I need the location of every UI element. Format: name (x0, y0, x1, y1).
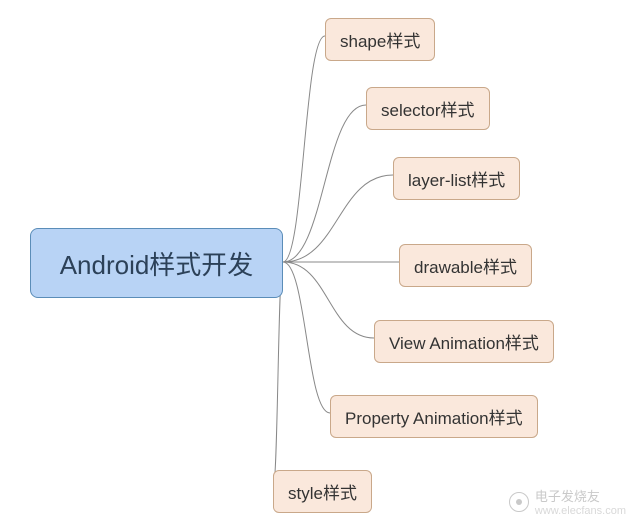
child-label: layer-list样式 (408, 171, 505, 190)
child-label: Property Animation样式 (345, 409, 523, 428)
child-node: layer-list样式 (393, 157, 520, 200)
child-node: style样式 (273, 470, 372, 513)
child-label: style样式 (288, 484, 357, 503)
child-label: drawable样式 (414, 258, 517, 277)
child-label: View Animation样式 (389, 334, 539, 353)
child-node: shape样式 (325, 18, 435, 61)
watermark-title: 电子发烧友 (535, 486, 626, 505)
child-node: drawable样式 (399, 244, 532, 287)
watermark-url: www.elecfans.com (535, 505, 626, 517)
child-node: selector样式 (366, 87, 490, 130)
child-label: selector样式 (381, 101, 475, 120)
root-label: Android样式开发 (60, 245, 254, 282)
child-node: View Animation样式 (374, 320, 554, 363)
child-node: Property Animation样式 (330, 395, 538, 438)
root-node: Android样式开发 (30, 228, 283, 298)
watermark: 电子发烧友 www.elecfans.com (509, 486, 626, 517)
logo-icon (509, 492, 529, 512)
child-label: shape样式 (340, 32, 420, 51)
